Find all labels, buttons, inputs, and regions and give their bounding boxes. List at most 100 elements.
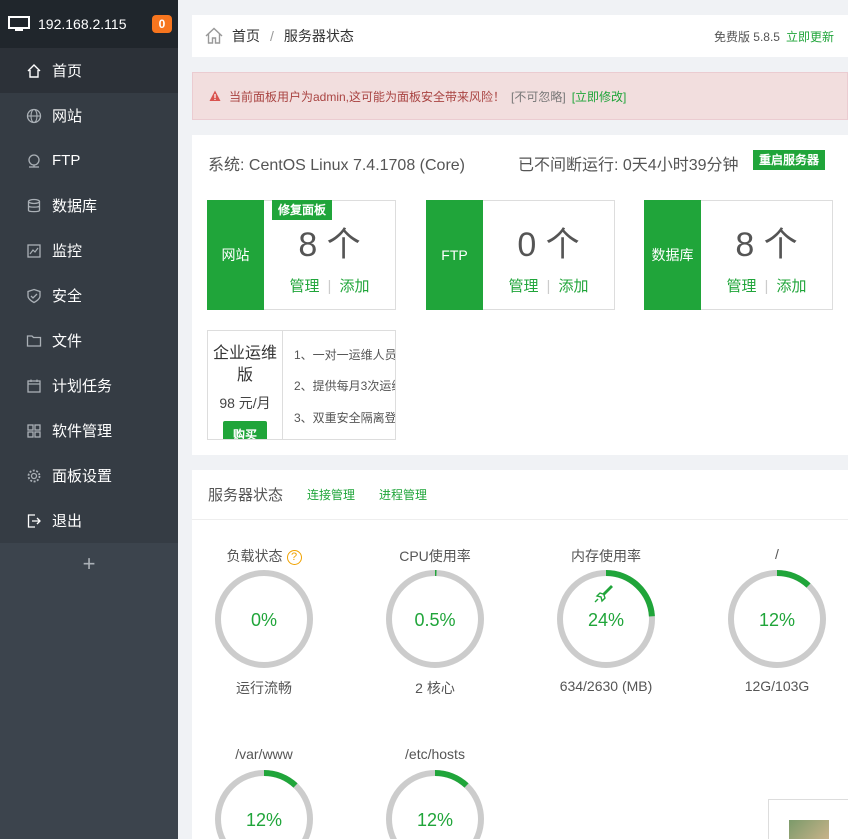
alert-fix-link[interactable]: [立即修改] (572, 88, 627, 105)
gauge-value: 0.5% (414, 610, 455, 630)
home-icon[interactable] (204, 26, 224, 46)
monitor-icon (27, 243, 41, 258)
disk-root-gauge[interactable]: / 12% 12G/103G (717, 546, 837, 694)
sidebar-item-logout[interactable]: 退出 (0, 498, 178, 543)
card-links: 管理 | 添加 (483, 275, 614, 296)
gauge-ring: 12% (728, 570, 826, 668)
sidebar-item-website[interactable]: 网站 (0, 93, 178, 138)
gauge-ring: 24% (557, 570, 655, 668)
database-card: 数据库 8 个 管理 | 添加 (644, 200, 833, 310)
cpu-gauge[interactable]: CPU使用率 0.5% 2 核心 (375, 546, 495, 698)
notification-badge[interactable]: 0 (152, 15, 172, 33)
sidebar-menu: 首页 网站 FTP 数据库 监控 安全 文件 计划任务 软件管理 面板设置 退出 (0, 48, 178, 543)
sidebar-item-label: 监控 (52, 243, 83, 260)
sidebar-item-label: 安全 (52, 288, 83, 305)
uptime-info: 已不间断运行: 0天4小时39分钟 (518, 157, 739, 174)
sidebar-header: 192.168.2.115 0 (0, 0, 178, 48)
sidebar-item-settings[interactable]: 面板设置 (0, 453, 178, 498)
database-icon (27, 198, 41, 212)
logout-icon (27, 513, 41, 528)
sidebar-item-files[interactable]: 文件 (0, 318, 178, 363)
gauge-detail: 634/2630 (MB) (559, 678, 653, 694)
buy-button[interactable]: 购买 (222, 421, 267, 439)
gauge-value: 0% (251, 610, 277, 630)
gauge-title: 内存使用率 (571, 548, 641, 564)
home-icon (27, 63, 41, 78)
add-menu-button[interactable]: + (0, 543, 178, 585)
add-link[interactable]: 添加 (558, 278, 588, 295)
enterprise-feature: 3、双重安全隔离登 (294, 411, 396, 425)
manage-link[interactable]: 管理 (509, 278, 539, 295)
sidebar-item-label: 网站 (52, 108, 83, 125)
sidebar-item-security[interactable]: 安全 (0, 273, 178, 318)
card-label: 数据库 (644, 200, 701, 310)
warning-icon (209, 90, 221, 101)
gauge-value: 24% (588, 610, 624, 630)
breadcrumb-current: 服务器状态 (283, 28, 354, 44)
version-text: 免费版 5.8.5 (713, 29, 780, 44)
sidebar-item-label: 数据库 (52, 198, 98, 215)
grid-icon (27, 423, 41, 438)
gauge-value: 12% (417, 810, 453, 830)
sidebar-item-database[interactable]: 数据库 (0, 183, 178, 228)
sidebar-item-label: FTP (52, 152, 81, 169)
disk-etc-hosts-gauge[interactable]: /etc/hosts 12% (375, 746, 495, 839)
sidebar-item-software[interactable]: 软件管理 (0, 408, 178, 453)
enterprise-promo: 企业运维版 98 元/月 购买 1、一对一运维人员 2、提供每月3次运维 3、双… (207, 330, 396, 440)
gauge-title-text: 负载状态 (226, 548, 283, 564)
gauge-ring: 0% (215, 570, 313, 668)
security-alert: 当前面板用户为admin,这可能为面板安全带来风险！ [不可忽略] [立即修改] (192, 72, 848, 120)
disk-var-www-gauge[interactable]: /var/www 12% (204, 746, 324, 839)
load-gauge[interactable]: 负载状态? 0% 运行流畅 (204, 546, 324, 698)
server-ip: 192.168.2.115 (38, 16, 127, 32)
gauge-title: / (775, 546, 779, 562)
link-separator: | (327, 278, 332, 295)
ftp-card: FTP 0 个 管理 | 添加 (426, 200, 615, 310)
overview-panel: 系统: CentOS Linux 7.4.1708 (Core) 已不间断运行:… (192, 135, 848, 455)
rocket-icon[interactable] (594, 585, 613, 603)
gauge-ring: 12% (215, 770, 313, 839)
gauge-value: 12% (759, 610, 795, 630)
card-count: 8 个 (735, 226, 798, 264)
sidebar-item-label: 面板设置 (52, 468, 113, 485)
status-header: 服务器状态 连接管理 进程管理 (192, 470, 848, 520)
sidebar-item-home[interactable]: 首页 (0, 48, 178, 93)
gauge-detail: 12G/103G (744, 678, 810, 694)
gauge-title: CPU使用率 (399, 548, 471, 564)
breadcrumb-separator: / (270, 28, 274, 44)
update-link[interactable]: 立即更新 (786, 30, 834, 44)
add-link[interactable]: 添加 (776, 278, 806, 295)
system-info: 系统: CentOS Linux 7.4.1708 (Core) (208, 157, 466, 174)
version-info: 免费版 5.8.5 立即更新 (714, 28, 834, 45)
sidebar-item-cron[interactable]: 计划任务 (0, 363, 178, 408)
alert-ignore: [不可忽略] (511, 89, 566, 104)
breadcrumb-home[interactable]: 首页 (232, 26, 260, 46)
gauge-title: /var/www (235, 746, 293, 762)
server-status-panel: 服务器状态 连接管理 进程管理 负载状态? 0% 运行流畅 CPU使用率 0.5%… (192, 470, 848, 839)
gauge-title: /etc/hosts (405, 746, 465, 762)
card-count: 0 个 (517, 226, 580, 264)
gauge-detail: 2 核心 (415, 680, 455, 696)
manage-link[interactable]: 管理 (290, 278, 320, 295)
card-count: 8 个 (298, 226, 361, 264)
manage-link[interactable]: 管理 (727, 278, 757, 295)
sidebar-item-ftp[interactable]: FTP (0, 138, 178, 183)
sidebar-item-label: 计划任务 (52, 378, 113, 395)
memory-gauge[interactable]: 内存使用率 24% 634/2630 (MB) (546, 546, 666, 694)
alert-text: 当前面板用户为admin,这可能为面板安全带来风险！ (229, 89, 506, 104)
connection-manage-link[interactable]: 连接管理 (307, 486, 355, 503)
main-content: 首页 / 服务器状态 免费版 5.8.5 立即更新 当前面板用户为admin,这可… (178, 0, 848, 839)
sidebar-item-monitor[interactable]: 监控 (0, 228, 178, 273)
monitor-icon (8, 16, 30, 31)
restart-server-button[interactable]: 重启服务器 (753, 150, 826, 170)
ftp-icon (28, 153, 40, 168)
sidebar-item-label: 文件 (52, 333, 83, 350)
shield-icon (27, 288, 41, 303)
gauge-value: 12% (246, 810, 282, 830)
help-icon[interactable]: ? (286, 550, 302, 565)
website-card: 网站 修复面板 8 个 管理 | 添加 (207, 200, 396, 310)
add-link[interactable]: 添加 (339, 278, 369, 295)
globe-icon (26, 108, 42, 123)
process-manage-link[interactable]: 进程管理 (379, 486, 427, 503)
floating-thumbnail[interactable] (768, 799, 848, 839)
